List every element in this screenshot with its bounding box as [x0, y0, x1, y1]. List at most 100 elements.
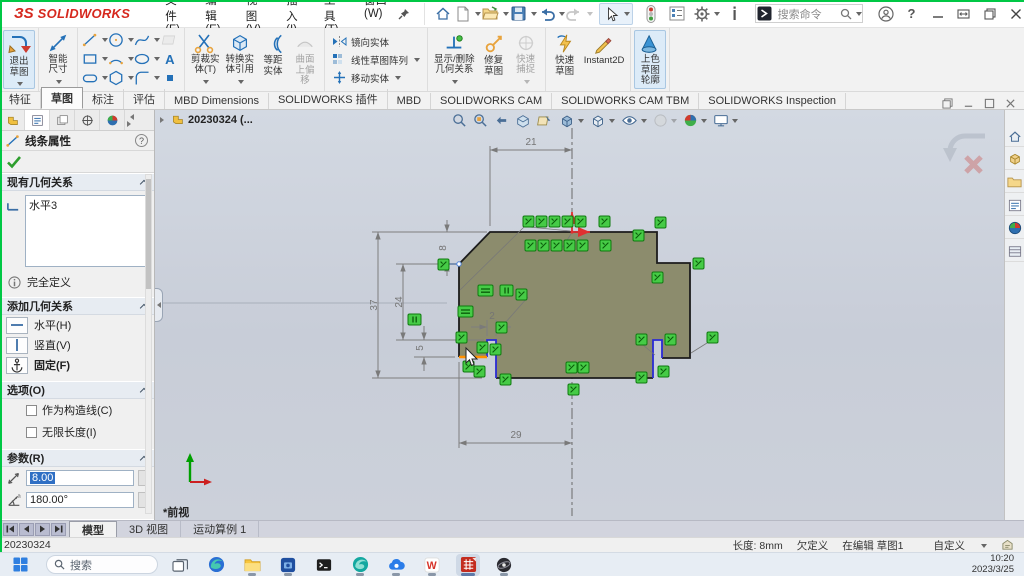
start-button[interactable] — [8, 554, 32, 576]
doc-maximize-icon[interactable] — [984, 98, 995, 109]
netdisk-cloud-icon[interactable] — [384, 554, 408, 576]
prev-tab-button[interactable] — [19, 523, 34, 536]
browser-beta-icon[interactable] — [348, 554, 372, 576]
display-manager-tab[interactable] — [100, 110, 125, 130]
settings-gear-icon[interactable] — [692, 4, 712, 24]
save-icon[interactable] — [509, 4, 529, 24]
appearances-globe-icon[interactable] — [1005, 218, 1024, 239]
redo-dropdown[interactable] — [587, 12, 593, 19]
existing-relations-section[interactable]: 现有几何关系 — [0, 173, 154, 191]
open-icon[interactable] — [481, 4, 501, 24]
mirror-entities-button[interactable]: 镜向实体 — [332, 33, 420, 50]
graphics-viewport[interactable]: 21 8 37 24 5 2 29 — [155, 110, 1004, 520]
hide-show-items-icon[interactable] — [620, 112, 648, 129]
document-name[interactable]: 20230324 (... — [188, 114, 253, 126]
first-tab-button[interactable] — [3, 523, 18, 536]
pin-icon[interactable] — [397, 4, 411, 24]
instant2d-button[interactable]: Instant2D — [581, 30, 628, 89]
construction-line-checkbox[interactable]: 作为构造线(C) — [0, 399, 154, 421]
new-document-icon[interactable] — [453, 4, 473, 24]
select-cursor-icon[interactable] — [602, 4, 622, 24]
convert-dropdown[interactable] — [238, 80, 244, 87]
apply-scene-icon[interactable] — [682, 112, 708, 129]
media-player-icon[interactable] — [492, 554, 516, 576]
sketch-canvas[interactable]: 21 8 37 24 5 2 29 — [155, 110, 1004, 520]
tab-sketch[interactable]: 草图 — [41, 87, 83, 109]
task-scheduler-icon[interactable] — [725, 4, 745, 24]
infinite-length-checkbox[interactable]: 无限长度(I) — [0, 421, 154, 443]
relation-item[interactable]: 水平3 — [29, 197, 144, 213]
tab-cam[interactable]: SOLIDWORKS CAM — [431, 93, 552, 109]
view-settings-dropdown[interactable] — [732, 119, 738, 126]
solidworks-taskbar-icon[interactable] — [456, 554, 480, 576]
angle-field[interactable]: 180.00° — [26, 492, 134, 508]
cancel-sketch-icon[interactable] — [966, 157, 981, 172]
configuration-manager-tab[interactable] — [50, 110, 75, 130]
move-entities-dropdown[interactable] — [395, 76, 401, 83]
panel-scrollbar[interactable] — [145, 174, 152, 514]
custom-properties-icon[interactable] — [1005, 195, 1024, 216]
add-fix-button[interactable]: 固定(F) — [0, 355, 154, 375]
offset-entities-button[interactable]: 等距 实体 — [257, 30, 289, 89]
sketch-view-icon[interactable] — [536, 112, 554, 129]
panel-scrollbar-thumb[interactable] — [146, 179, 151, 289]
design-library-icon[interactable] — [1005, 149, 1024, 170]
panel-help-icon[interactable]: ? — [135, 134, 148, 147]
display-delete-relations-button[interactable]: 显示/删除 几何关系 — [431, 30, 478, 89]
user-account-icon[interactable] — [877, 5, 894, 22]
text-tool-icon[interactable]: A — [161, 50, 179, 68]
terminal-icon[interactable] — [312, 554, 336, 576]
view-settings-icon[interactable] — [712, 112, 739, 129]
dimxpert-manager-tab[interactable] — [75, 110, 100, 130]
trim-entities-button[interactable]: 剪裁实 体(T) — [188, 30, 223, 89]
doc-restore-icon[interactable] — [942, 98, 953, 109]
search-icon[interactable] — [838, 4, 854, 24]
ellipse-tool-icon[interactable] — [133, 50, 151, 68]
display-style-icon[interactable] — [589, 112, 616, 129]
undo-icon[interactable] — [537, 4, 557, 24]
spline-tool-icon[interactable] — [133, 31, 151, 49]
hide-show-dropdown[interactable] — [641, 119, 647, 126]
taskbar-search[interactable]: 搜索 — [46, 555, 158, 574]
slot-tool-icon[interactable] — [81, 69, 99, 87]
circle-tool-icon[interactable] — [107, 31, 125, 49]
feature-manager-tab[interactable] — [0, 110, 25, 130]
ok-check-icon[interactable] — [6, 155, 22, 169]
home-icon[interactable] — [433, 4, 453, 24]
smart-dimension-dropdown[interactable] — [56, 80, 62, 87]
edge-browser-icon[interactable] — [204, 554, 228, 576]
resize-window-icon[interactable] — [955, 5, 972, 22]
status-units[interactable]: 自定义 — [934, 538, 966, 553]
convert-entities-button[interactable]: 转换实 体引用 — [223, 30, 258, 89]
close-window-icon[interactable] — [1007, 5, 1024, 22]
settings-dropdown[interactable] — [714, 12, 720, 19]
doc-minimize-icon[interactable] — [963, 98, 974, 109]
panel-tab-scroll[interactable] — [127, 110, 134, 130]
view-orientation-icon[interactable] — [558, 112, 585, 129]
sketch-profile-fill[interactable] — [459, 232, 690, 378]
options-list-icon[interactable] — [667, 4, 687, 24]
move-entities-button[interactable]: 移动实体 — [332, 69, 420, 86]
tab-features[interactable]: 特征 — [0, 89, 41, 109]
wps-icon[interactable]: W — [420, 554, 444, 576]
exit-sketch-button[interactable]: 退出 草图 — [3, 30, 35, 89]
view-orientation-dropdown[interactable] — [578, 119, 584, 126]
tab-mbd[interactable]: MBD — [388, 93, 431, 109]
polygon-tool-icon[interactable] — [107, 69, 125, 87]
tab-mbd-dimensions[interactable]: MBD Dimensions — [165, 93, 269, 109]
store-app-icon[interactable] — [276, 554, 300, 576]
doc-close-icon[interactable] — [1005, 98, 1016, 109]
3d-views-tab[interactable]: 3D 视图 — [117, 521, 181, 537]
options-section[interactable]: 选项(O) — [0, 381, 154, 399]
next-tab-button[interactable] — [35, 523, 50, 536]
zoom-area-icon[interactable] — [472, 112, 489, 129]
maximize-window-icon[interactable] — [981, 5, 998, 22]
repair-sketch-button[interactable]: 修复 草图 — [478, 30, 510, 89]
file-explorer-icon[interactable] — [240, 554, 264, 576]
units-dropdown[interactable] — [981, 544, 987, 551]
linear-pattern-button[interactable]: 线性草图阵列 — [332, 51, 420, 68]
rapid-sketch-button[interactable]: 快速 草图 — [549, 30, 581, 89]
select-dropdown[interactable] — [624, 12, 630, 19]
search-dropdown[interactable] — [856, 12, 862, 19]
tab-inspection[interactable]: SOLIDWORKS Inspection — [699, 93, 846, 109]
